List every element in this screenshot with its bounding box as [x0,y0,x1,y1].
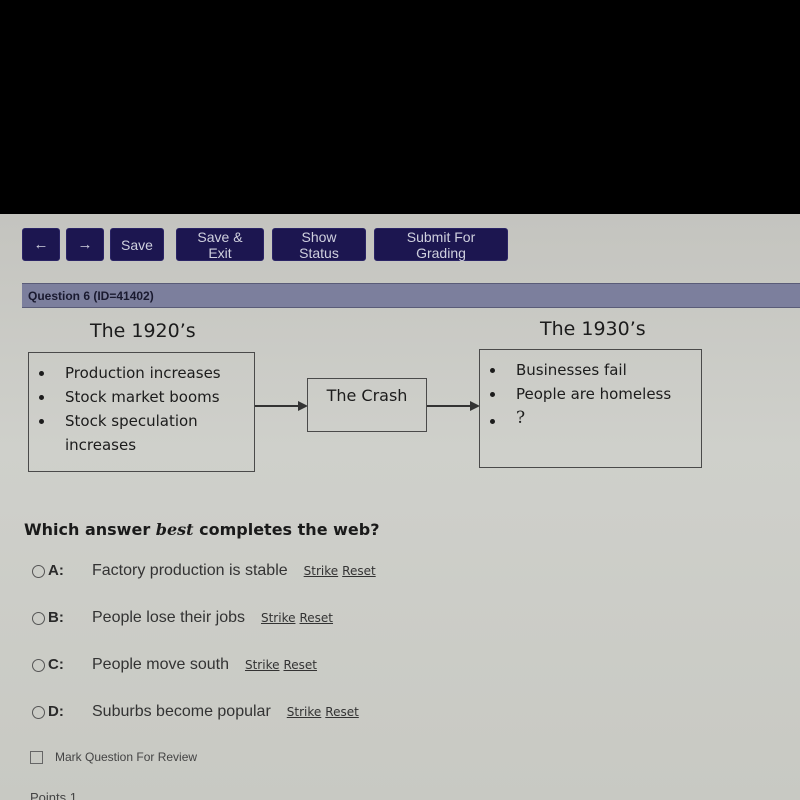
middle-label: The Crash [326,386,408,405]
reset-link[interactable]: Reset [342,564,376,578]
right-box: Businesses fail People are homeless ? [479,349,702,468]
mark-for-review[interactable]: Mark Question For Review [30,750,197,764]
points-label: Points 1 [30,790,77,800]
answer-option-a[interactable]: A: Factory production is stable Strike R… [32,562,376,580]
answer-option-d[interactable]: D: Suburbs become popular Strike Reset [32,703,359,721]
bullet-icon [39,419,44,424]
strike-link[interactable]: Strike [245,658,280,672]
answer-option-c[interactable]: C: People move south Strike Reset [32,656,317,674]
radio-button[interactable] [32,611,45,625]
left-item: Stock market booms [29,385,254,409]
bullet-icon [39,371,44,376]
cause-effect-diagram: The 1920’s Production increases Stock ma… [0,214,800,514]
right-era-title: The 1930’s [540,318,646,340]
review-label: Mark Question For Review [55,750,198,764]
reset-link[interactable]: Reset [325,705,359,719]
arrow-line-1 [255,405,300,407]
left-item: Stock speculation increases [29,409,254,457]
bullet-icon [490,419,495,424]
bullet-icon [39,395,44,400]
right-item: ? [480,406,701,430]
left-item: Production increases [29,361,254,385]
radio-button[interactable] [32,658,45,672]
right-item: Businesses fail [480,358,701,382]
arrow-line-2 [427,405,472,407]
quiz-screen: ← → Save Save & Exit Show Status Submit … [0,214,800,800]
left-box: Production increases Stock market booms … [28,352,255,472]
left-era-title: The 1920’s [90,320,196,342]
question-prompt: Which answer best completes the web? [24,520,380,539]
strike-link[interactable]: Strike [261,611,296,625]
answer-option-b[interactable]: B: People lose their jobs Strike Reset [32,609,333,627]
middle-box: The Crash [307,378,427,432]
bullet-icon [490,368,495,373]
review-checkbox[interactable] [30,750,43,764]
right-item: People are homeless [480,382,701,406]
strike-link[interactable]: Strike [287,705,322,719]
strike-link[interactable]: Strike [304,564,339,578]
reset-link[interactable]: Reset [299,611,333,625]
radio-button[interactable] [32,705,45,719]
reset-link[interactable]: Reset [283,658,317,672]
bullet-icon [490,392,495,397]
radio-button[interactable] [32,564,45,578]
